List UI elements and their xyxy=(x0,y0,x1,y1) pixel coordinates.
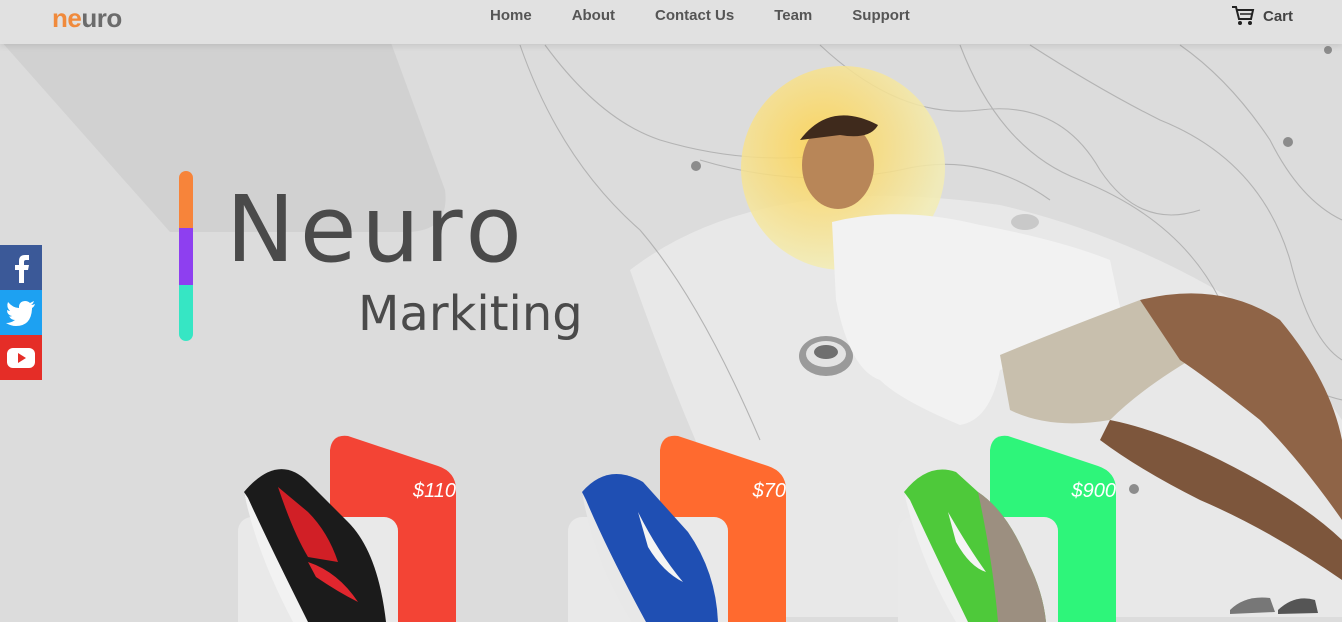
facebook-icon xyxy=(15,254,29,283)
accent-segment-orange xyxy=(179,171,193,228)
nav-link-home[interactable]: Home xyxy=(490,7,532,24)
logo[interactable]: neuro xyxy=(52,3,122,34)
logo-text: uro xyxy=(81,3,122,33)
accent-segment-purple xyxy=(179,228,193,285)
accent-bar xyxy=(179,171,193,341)
cart-icon xyxy=(1232,6,1255,25)
logo-text-accent: ne xyxy=(52,3,82,33)
hero-subtitle: Markiting xyxy=(358,286,583,342)
nav-link-about[interactable]: About xyxy=(572,7,615,24)
sneaker-image-green xyxy=(904,469,1046,622)
product-price: $900 xyxy=(1071,480,1117,502)
product-price: $70 xyxy=(752,480,786,502)
nav-links: Home About Contact Us Team Support xyxy=(490,7,950,24)
sneaker-image-red xyxy=(244,469,386,622)
cart-button[interactable]: Cart xyxy=(1231,5,1293,27)
twitter-icon xyxy=(6,300,35,326)
product-card-blue[interactable]: $70 xyxy=(568,432,808,622)
youtube-icon xyxy=(7,347,35,368)
accent-segment-teal xyxy=(179,285,193,341)
nav-link-support[interactable]: Support xyxy=(852,7,910,24)
nav-link-contact-us[interactable]: Contact Us xyxy=(655,7,734,24)
product-card-red[interactable]: $110 xyxy=(238,432,478,622)
top-navbar: neuro Home About Contact Us Team Support… xyxy=(0,0,1342,44)
product-card-green[interactable]: $900 xyxy=(898,432,1138,622)
social-sidebar xyxy=(0,245,42,380)
sneaker-image-blue xyxy=(582,474,718,622)
cart-label: Cart xyxy=(1263,7,1294,25)
product-price: $110 xyxy=(412,480,456,502)
hero-title: Neuro xyxy=(226,176,527,283)
nav-link-team[interactable]: Team xyxy=(774,7,812,24)
facebook-button[interactable] xyxy=(0,245,42,290)
youtube-button[interactable] xyxy=(0,335,42,380)
twitter-button[interactable] xyxy=(0,290,42,335)
